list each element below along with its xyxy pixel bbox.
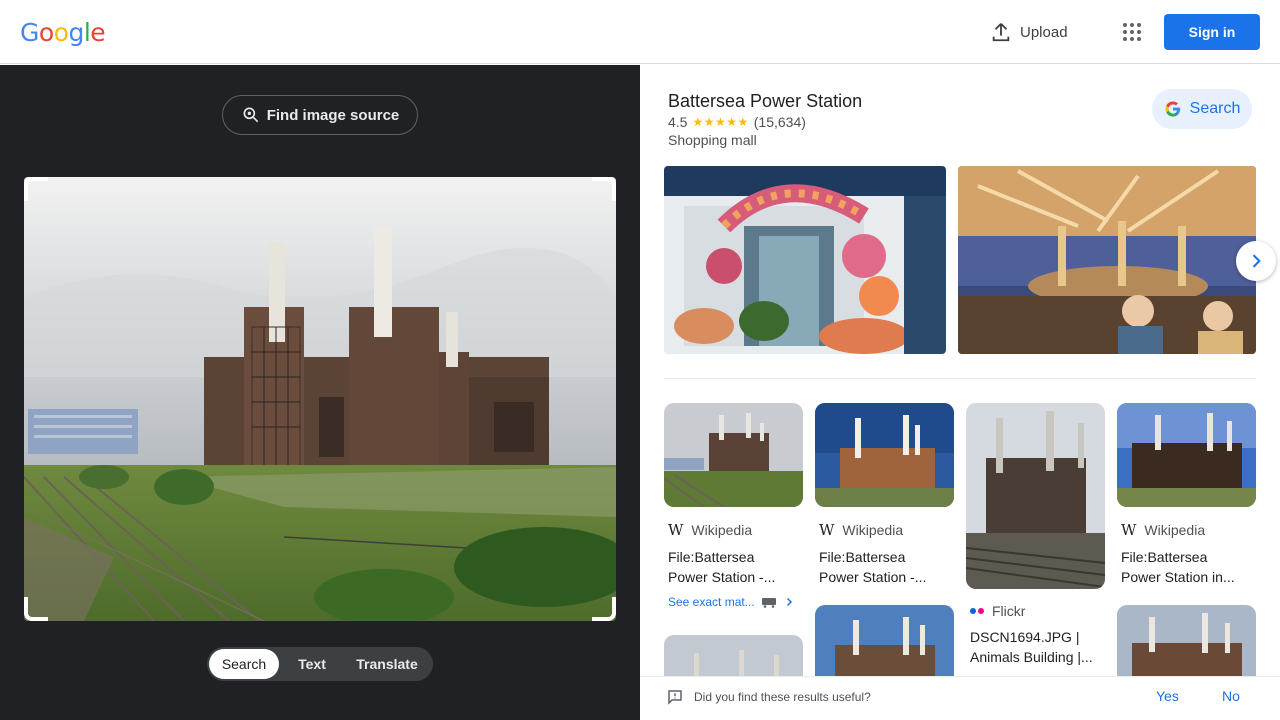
flickr-icon	[970, 608, 984, 614]
see-exact-matches-link[interactable]: See exact mat...	[668, 595, 795, 609]
place-photo-flower-shop[interactable]	[664, 166, 946, 354]
result-source-name: Wikipedia	[1144, 522, 1206, 538]
rating-value: 4.5	[668, 114, 688, 130]
wikipedia-icon: W	[668, 521, 684, 539]
wikipedia-icon: W	[1121, 521, 1137, 539]
result-thumbnail[interactable]	[664, 635, 803, 676]
google-search-label: Search	[1189, 100, 1241, 117]
result-thumbnail[interactable]	[815, 403, 954, 507]
image-preview-panel: Find image source Search Text Translate	[0, 65, 640, 720]
result-card[interactable]: W Wikipedia File:Battersea Power Station…	[664, 403, 803, 587]
result-thumbnail[interactable]	[815, 605, 954, 676]
find-source-label: Find image source	[266, 106, 400, 124]
result-source: W Wikipedia	[815, 521, 954, 539]
result-title[interactable]: File:Battersea Power Station -...	[815, 547, 954, 587]
chevron-right-icon	[1252, 254, 1261, 268]
logo-letter: g	[68, 18, 84, 47]
crop-handle-bottom-left[interactable]	[24, 597, 48, 621]
crop-handle-top-left[interactable]	[24, 177, 48, 201]
wikipedia-icon: W	[819, 521, 835, 539]
result-thumbnail[interactable]	[1117, 403, 1256, 507]
result-thumbnail[interactable]	[1117, 605, 1256, 676]
divider	[664, 378, 1256, 379]
train-icon	[761, 598, 776, 608]
uploaded-image[interactable]	[24, 177, 616, 621]
google-search-button[interactable]: Search	[1152, 89, 1252, 129]
result-title-line: File:Battersea	[668, 549, 755, 565]
feedback-question: Did you find these results useful?	[694, 690, 871, 704]
upload-button[interactable]: Upload	[990, 18, 1068, 46]
crop-handle-top-right[interactable]	[592, 177, 616, 201]
next-photos-button[interactable]	[1236, 241, 1276, 281]
mode-translate-button[interactable]: Translate	[345, 649, 429, 679]
chevron-right-icon	[786, 597, 792, 607]
result-source-name: Wikipedia	[842, 522, 904, 538]
upload-icon	[992, 23, 1010, 42]
review-count[interactable]: (15,634)	[754, 114, 806, 130]
result-source-name: Wikipedia	[691, 522, 753, 538]
result-title[interactable]: DSCN1694.JPG | Animals Building |...	[966, 627, 1105, 667]
logo-letter: e	[90, 18, 106, 47]
results-panel: Battersea Power Station 4.5 ★★★★★ (15,63…	[640, 65, 1280, 720]
feedback-yes-button[interactable]: Yes	[1156, 688, 1179, 704]
feedback-icon	[668, 690, 682, 705]
logo-letter: o	[53, 18, 69, 47]
result-card[interactable]: W Wikipedia File:Battersea Power Station…	[1117, 403, 1256, 587]
result-source: W Wikipedia	[664, 521, 803, 539]
crop-handle-bottom-right[interactable]	[592, 597, 616, 621]
rating-row: 4.5 ★★★★★ (15,634)	[668, 114, 806, 130]
result-source: Flickr	[966, 603, 1105, 619]
result-title-line: Power Station in...	[1121, 569, 1235, 585]
place-type: Shopping mall	[668, 132, 757, 148]
rating-stars: ★★★★★	[692, 115, 749, 129]
result-title[interactable]: File:Battersea Power Station in...	[1117, 547, 1256, 587]
result-title[interactable]: File:Battersea Power Station -...	[664, 547, 803, 587]
result-title-line: Power Station -...	[819, 569, 927, 585]
lens-search-icon	[243, 107, 258, 123]
result-source-name: Flickr	[992, 603, 1026, 619]
result-title-line: Animals Building |...	[970, 649, 1093, 665]
feedback-bar: Did you find these results useful? Yes N…	[640, 676, 1280, 720]
result-title-line: File:Battersea	[819, 549, 906, 565]
mode-search-button[interactable]: Search	[209, 649, 279, 679]
upload-label: Upload	[1020, 23, 1068, 41]
result-thumbnail[interactable]	[966, 403, 1105, 589]
place-title[interactable]: Battersea Power Station	[668, 91, 862, 112]
apps-grid-icon[interactable]	[1120, 20, 1144, 44]
logo-letter: o	[38, 18, 54, 47]
logo-letter: G	[20, 18, 39, 47]
result-card[interactable]: Flickr DSCN1694.JPG | Animals Building |…	[966, 403, 1105, 667]
sign-in-button[interactable]: Sign in	[1164, 14, 1260, 50]
result-source: W Wikipedia	[1117, 521, 1256, 539]
place-photo-restaurant[interactable]	[958, 166, 1256, 354]
mode-text-button[interactable]: Text	[279, 649, 345, 679]
google-logo[interactable]: Google	[20, 18, 106, 47]
result-title-line: DSCN1694.JPG |	[970, 629, 1080, 645]
see-exact-label: See exact mat...	[668, 595, 755, 609]
find-image-source-button[interactable]: Find image source	[222, 95, 418, 135]
result-thumbnail[interactable]	[664, 403, 803, 507]
result-title-line: File:Battersea	[1121, 549, 1208, 565]
google-g-icon	[1165, 101, 1180, 117]
result-title-line: Power Station -...	[668, 569, 776, 585]
result-card[interactable]: W Wikipedia File:Battersea Power Station…	[815, 403, 954, 587]
feedback-no-button[interactable]: No	[1222, 688, 1240, 704]
search-mode-toggle: Search Text Translate	[207, 647, 433, 681]
top-bar: Google Upload Sign in	[0, 0, 1280, 64]
